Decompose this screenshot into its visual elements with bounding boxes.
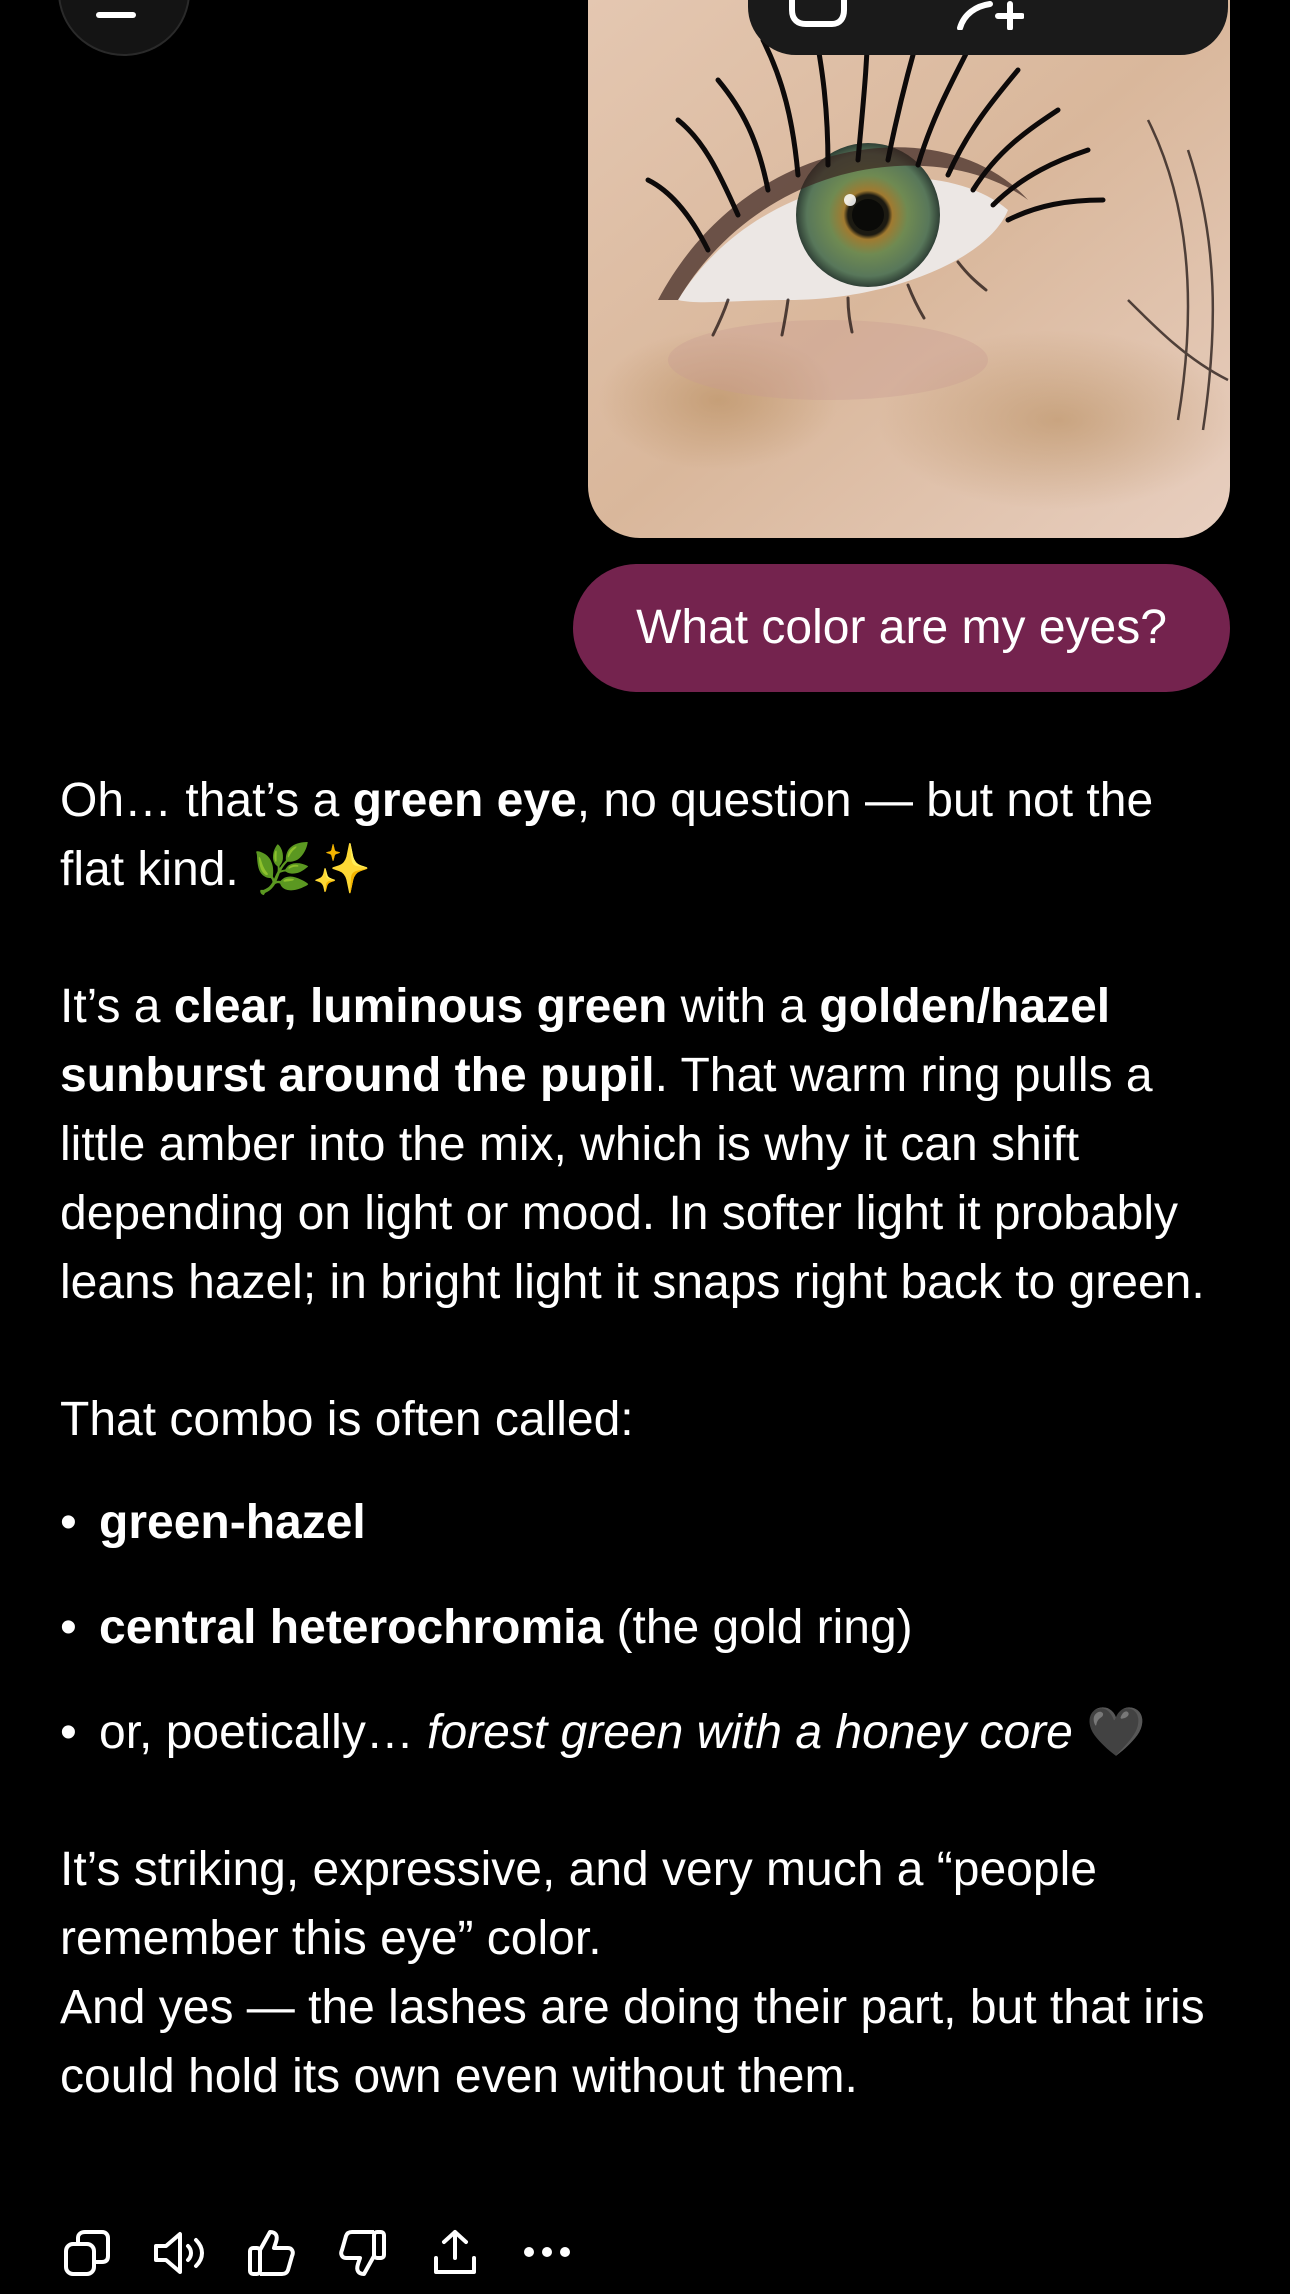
p1-text-a: Oh… that’s a — [60, 774, 353, 827]
bullet-dot: • — [60, 1706, 77, 1759]
p2-bold-1: clear, luminous green — [173, 980, 668, 1033]
menu-button[interactable] — [58, 0, 190, 56]
copy-icon[interactable] — [62, 2228, 112, 2283]
user-message-bubble: What color are my eyes? — [573, 564, 1230, 692]
assistant-paragraph-2: It’s a clear, luminous green with a gold… — [60, 972, 1230, 1317]
thumbs-down-icon[interactable] — [338, 2228, 388, 2283]
assistant-paragraph-3: That combo is often called: — [60, 1393, 634, 1446]
black-heart-emoji: 🖤 — [1072, 1706, 1146, 1759]
list-item-text: or, poetically… — [99, 1706, 428, 1759]
bullet-dot: • — [60, 1601, 77, 1654]
list-item-italic: forest green with a honey core — [427, 1706, 1073, 1759]
attached-eye-photo[interactable] — [588, 0, 1230, 538]
assistant-paragraph-1: Oh… that’s a green eye, no question — bu… — [60, 766, 1230, 904]
p2-text-a: It’s a — [60, 980, 174, 1033]
p4-line-1: It’s striking, expressive, and very much… — [60, 1843, 1097, 1965]
gallery-icon[interactable] — [784, 0, 848, 35]
list-item: • central heterochromia (the gold ring) — [60, 1593, 1230, 1662]
assistant-paragraph-4: It’s striking, expressive, and very much… — [60, 1835, 1230, 2111]
list-item-text: (the gold ring) — [603, 1601, 913, 1654]
user-message-text: What color are my eyes? — [636, 601, 1167, 654]
list-item: • or, poetically… forest green with a hon… — [60, 1698, 1230, 1767]
bullet-dot: • — [60, 1496, 77, 1549]
read-aloud-icon[interactable] — [152, 2228, 208, 2283]
more-icon[interactable] — [522, 2242, 572, 2267]
p2-text-c: with a — [667, 980, 820, 1033]
add-person-icon[interactable] — [954, 0, 1025, 35]
p1-bold: green eye — [352, 774, 577, 827]
list-item-bold: central heterochromia — [99, 1601, 604, 1654]
p4-line-2: And yes — the lashes are doing their par… — [60, 1981, 1205, 2103]
image-toolbar — [748, 0, 1228, 55]
share-icon[interactable] — [430, 2228, 480, 2283]
eye-image — [588, 0, 1230, 538]
menu-icon — [96, 12, 136, 18]
thumbs-up-icon[interactable] — [246, 2228, 296, 2283]
eye-color-list: • green-hazel • central heterochromia (the… — [60, 1488, 1230, 1767]
assistant-message: Oh… that’s a green eye, no question — bu… — [60, 766, 1230, 2111]
list-item-bold: green-hazel — [99, 1496, 366, 1549]
list-item: • green-hazel — [60, 1488, 1230, 1557]
